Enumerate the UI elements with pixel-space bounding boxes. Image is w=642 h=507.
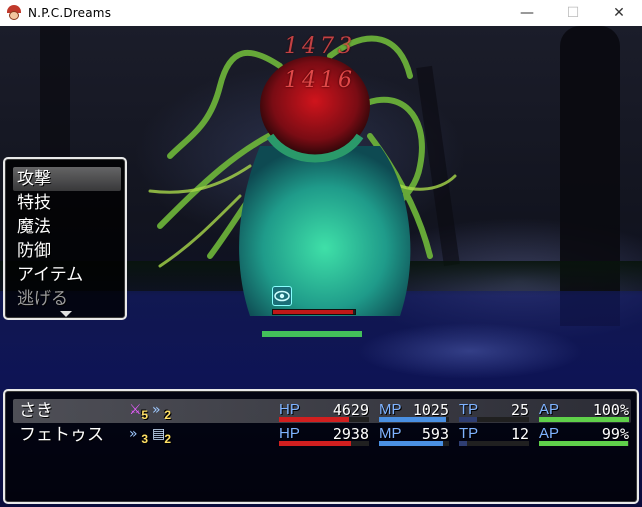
ap-gauge: AP 99%	[539, 423, 629, 447]
maximize-button[interactable]: ☐	[550, 0, 596, 26]
state-turn-count: 2	[164, 432, 171, 446]
actor-command-window: 攻撃 特技 魔法 防御 アイテム 逃げる	[3, 157, 127, 320]
sword-buff-icon: ⚔ 5	[128, 401, 148, 421]
actor-name: さき	[19, 401, 53, 421]
hp-gauge: HP 4629	[279, 399, 369, 423]
gauge-label: AP	[539, 401, 560, 418]
command-item[interactable]: アイテム	[17, 263, 83, 287]
battle-scene: 1473 1416 攻撃 特技 魔法 防御 アイテム 逃げる さき ⚔5 »	[0, 26, 642, 507]
party-member-row[interactable]: さき ⚔ 5 » 2 HP 4629 MP 1025 TP 25 AP 100%	[13, 399, 631, 423]
command-skill[interactable]: 特技	[17, 191, 51, 215]
state-glyph: ⚔	[129, 402, 142, 418]
ap-gauge: AP 100%	[539, 399, 629, 423]
ap-value: 99%	[601, 425, 629, 443]
app-logo-icon	[6, 5, 22, 21]
gauge-label: HP	[279, 425, 300, 442]
book-icon: ▤ 2	[151, 425, 171, 445]
eye-icon	[272, 286, 292, 306]
damage-popup: 1473	[284, 34, 356, 59]
damage-popup: 1416	[284, 68, 356, 93]
command-escape[interactable]: 逃げる	[17, 287, 68, 311]
speed-buff-icon: » 2	[151, 401, 171, 421]
gauge-label: TP	[459, 401, 479, 418]
tp-gauge: TP 12	[459, 423, 529, 447]
hp-gauge: HP 2938	[279, 423, 369, 447]
tp-value: 12	[510, 425, 529, 443]
mp-gauge: MP 1025	[379, 399, 449, 423]
gauge-label: AP	[539, 425, 560, 442]
command-guard[interactable]: 防御	[17, 239, 51, 263]
close-button[interactable]: ✕	[596, 0, 642, 26]
state-turn-count: 3	[141, 432, 148, 446]
actor-name: フェトゥス	[19, 425, 104, 445]
command-magic[interactable]: 魔法	[17, 215, 51, 239]
window-title: N.P.C.Dreams	[28, 6, 112, 20]
window-titlebar: N.P.C.Dreams — ☐ ✕	[0, 0, 642, 26]
state-glyph: »	[129, 426, 138, 442]
background-tree	[40, 26, 70, 176]
gauge-label: TP	[459, 425, 479, 442]
state-turn-count: 2	[164, 408, 171, 422]
hp-value: 4629	[332, 401, 369, 419]
speed-buff-icon: » 3	[128, 425, 148, 445]
mp-value: 1025	[412, 401, 449, 419]
command-attack[interactable]: 攻撃	[17, 167, 51, 191]
enemy-sub-fill	[262, 331, 362, 337]
mp-value: 593	[421, 425, 449, 443]
gauge-label: MP	[379, 401, 402, 418]
enemy-sub-gauge	[262, 331, 362, 337]
party-member-row[interactable]: フェトゥス » 3 ▤ 2 HP 2938 MP 593 TP 12 AP 99…	[13, 423, 631, 447]
gauge-label: HP	[279, 401, 300, 418]
tp-gauge: TP 25	[459, 399, 529, 423]
hp-value: 2938	[332, 425, 369, 443]
enemy-hp-fill	[273, 310, 353, 314]
state-glyph: »	[152, 402, 161, 418]
tp-value: 25	[510, 401, 529, 419]
gauge-label: MP	[379, 425, 402, 442]
battle-status-window: さき ⚔ 5 » 2 HP 4629 MP 1025 TP 25 AP 100%…	[3, 389, 639, 504]
state-turn-count: 5	[141, 408, 148, 422]
minimize-button[interactable]: —	[504, 0, 550, 26]
enemy-hp-gauge	[272, 309, 356, 315]
mp-gauge: MP 593	[379, 423, 449, 447]
ap-value: 100%	[592, 401, 629, 419]
down-arrow-icon[interactable]	[60, 311, 72, 317]
